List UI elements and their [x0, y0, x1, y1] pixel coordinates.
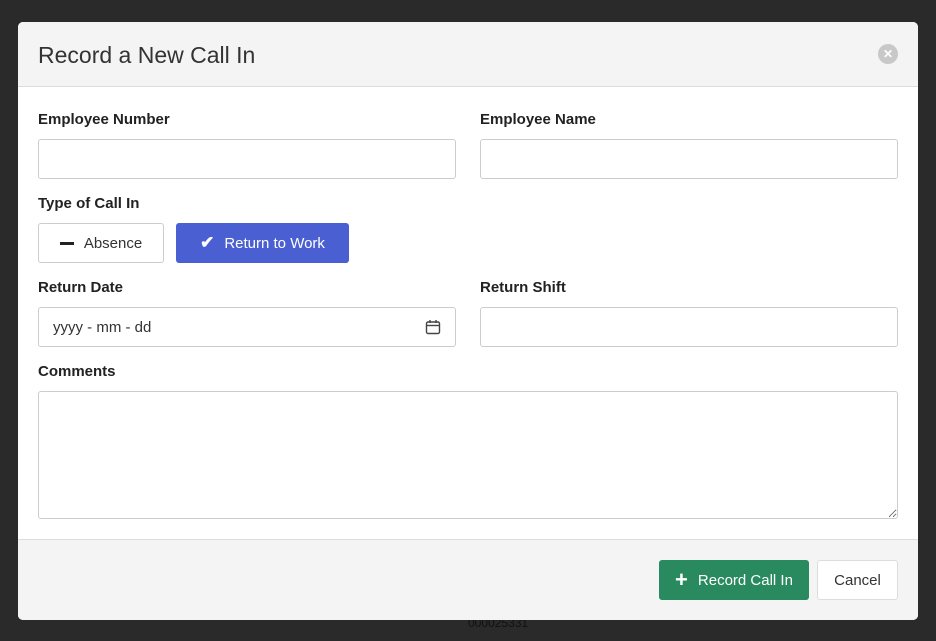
close-icon[interactable]: ✕: [878, 44, 898, 64]
return-to-work-toggle[interactable]: ✔ Return to Work: [176, 223, 349, 263]
absence-label: Absence: [83, 234, 143, 252]
calendar-icon[interactable]: [425, 319, 441, 335]
return-shift-label: Return Shift: [480, 279, 566, 296]
employee-number-input[interactable]: [38, 139, 456, 179]
comments-label: Comments: [38, 363, 116, 380]
return-date-label: Return Date: [38, 279, 124, 296]
cancel-label: Cancel: [834, 571, 881, 589]
modal-title: Record a New Call In: [38, 42, 256, 68]
date-placeholder: yyyy - mm - dd: [53, 318, 152, 336]
return-to-work-label: Return to Work: [224, 234, 325, 252]
record-call-in-button[interactable]: + Record Call In: [659, 560, 809, 600]
absence-toggle[interactable]: Absence: [38, 223, 164, 263]
plus-icon: +: [675, 567, 688, 592]
modal-footer: + Record Call In Cancel: [18, 539, 918, 620]
minus-icon: [59, 241, 74, 245]
type-of-call-in-label: Type of Call In: [38, 195, 140, 212]
check-icon: ✔: [200, 233, 215, 252]
employee-number-label: Employee Number: [38, 111, 170, 128]
record-call-in-modal: Record a New Call In ✕ Employee Number E…: [18, 22, 918, 620]
record-call-in-label: Record Call In: [697, 571, 793, 589]
employee-name-input[interactable]: [480, 139, 898, 179]
cancel-button[interactable]: Cancel: [817, 560, 898, 600]
comments-textarea[interactable]: [38, 391, 898, 519]
modal-header: Record a New Call In ✕: [18, 22, 918, 87]
return-date-input[interactable]: yyyy - mm - dd: [38, 307, 456, 347]
return-shift-input[interactable]: [480, 307, 898, 347]
employee-name-label: Employee Name: [480, 111, 596, 128]
